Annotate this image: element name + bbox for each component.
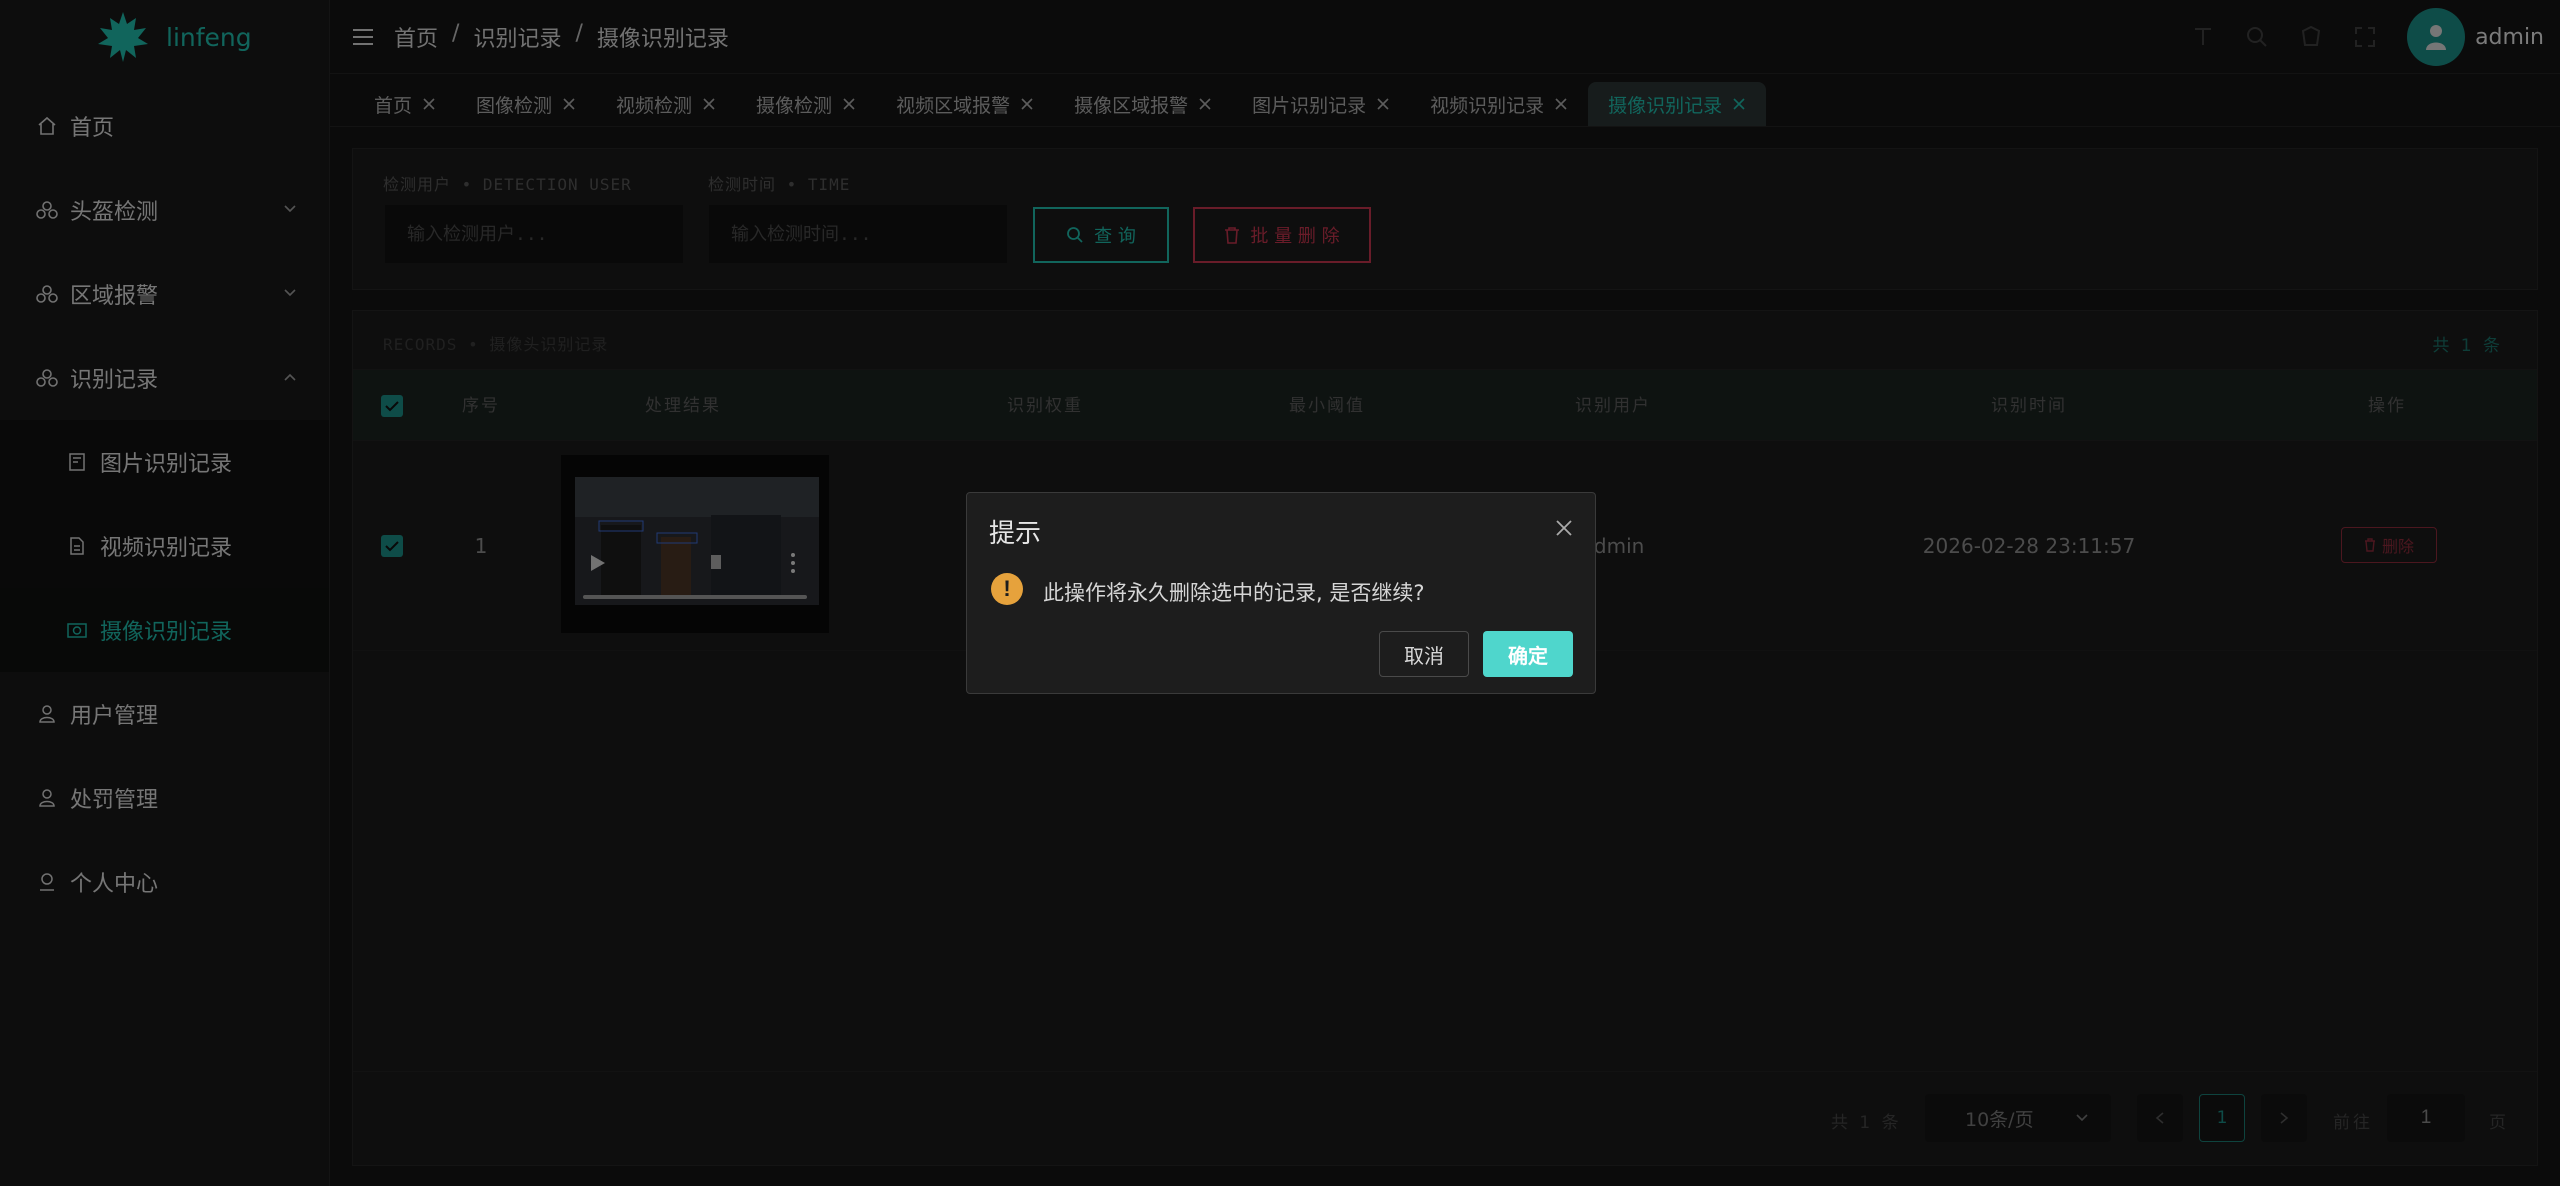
cancel-button-label: 取消 xyxy=(1404,643,1444,668)
dialog-title: 提示 xyxy=(989,519,1042,549)
confirm-dialog: 提示 ! 此操作将永久删除选中的记录, 是否继续? 取消 确定 xyxy=(966,492,1596,694)
dialog-message: 此操作将永久删除选中的记录, 是否继续? xyxy=(1043,581,1425,605)
confirm-button[interactable]: 确定 xyxy=(1483,631,1573,677)
close-icon[interactable] xyxy=(1555,519,1573,537)
confirm-button-label: 确定 xyxy=(1508,643,1548,668)
cancel-button[interactable]: 取消 xyxy=(1379,631,1469,677)
warning-icon: ! xyxy=(991,573,1023,605)
